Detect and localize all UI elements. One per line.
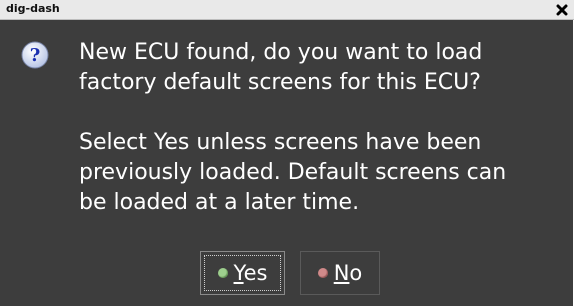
title-bar[interactable]: dig-dash [0, 0, 574, 20]
message-line: New ECU found, do you want to load [79, 40, 483, 65]
green-indicator-icon [217, 268, 228, 278]
message-line: be loaded at a later time. [79, 190, 360, 215]
dialog-message: New ECU found, do you want to load facto… [79, 38, 569, 218]
yes-mnemonic: Y [233, 261, 244, 285]
question-icon: ? [21, 41, 49, 69]
red-indicator-icon [317, 268, 328, 278]
message-paragraph-2: Select Yes unless screens have been prev… [79, 128, 569, 218]
close-icon [556, 4, 568, 16]
no-label-rest: o [349, 261, 363, 285]
message-line: factory default screens for this ECU? [79, 70, 481, 95]
close-button[interactable] [554, 2, 570, 18]
message-paragraph-1: New ECU found, do you want to load facto… [79, 38, 569, 98]
no-button-label: No [334, 261, 363, 285]
message-line: previously loaded. Default screens can [79, 160, 507, 185]
no-mnemonic: N [333, 261, 350, 285]
svg-text:?: ? [30, 45, 41, 66]
message-line: Select Yes unless screens have been [79, 130, 482, 155]
no-button[interactable]: No [300, 251, 380, 295]
dialog-window: dig-dash ? New ECU found, do you want to… [0, 0, 574, 306]
yes-button[interactable]: Yes [200, 251, 285, 295]
window-title: dig-dash [6, 2, 60, 15]
yes-button-label: Yes [234, 261, 268, 285]
yes-label-rest: es [243, 261, 268, 285]
